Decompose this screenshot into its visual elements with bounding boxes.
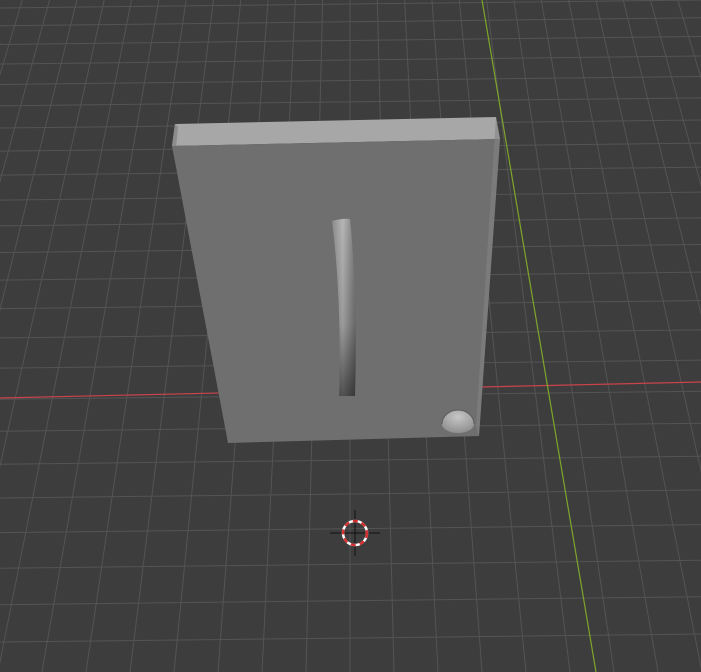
3d-cursor-icon[interactable] xyxy=(330,510,380,556)
y-axis-line xyxy=(481,0,597,672)
viewport-scene[interactable] xyxy=(0,0,701,672)
plate-front-face xyxy=(172,139,500,443)
3d-viewport[interactable] xyxy=(0,0,701,672)
plate-object[interactable] xyxy=(172,117,500,443)
